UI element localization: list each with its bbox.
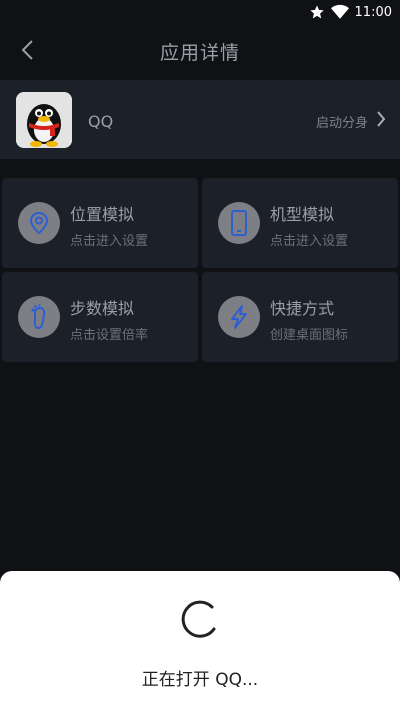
page-title: 应用详情	[159, 42, 240, 64]
launch-clone-button[interactable]: 启动分身	[316, 110, 386, 132]
wifi-icon	[330, 4, 349, 20]
feature-step-simulation[interactable]: 步数模拟 点击设置倍率	[2, 272, 198, 362]
star-icon	[309, 4, 325, 20]
feature-location-simulation[interactable]: 位置模拟 点击进入设置	[2, 178, 198, 268]
feature-title: 快捷方式	[270, 299, 335, 318]
lightning-icon	[218, 296, 260, 338]
status-bar: 11:00	[0, 0, 400, 24]
feature-title: 机型模拟	[270, 205, 335, 224]
app-header-card: QQ 启动分身	[0, 80, 400, 159]
location-pin-icon	[18, 202, 60, 244]
phone-icon	[218, 202, 260, 244]
feature-title: 步数模拟	[70, 299, 135, 318]
feature-subtitle: 点击进入设置	[270, 234, 349, 249]
feature-shortcut[interactable]: 快捷方式 创建桌面图标	[202, 272, 398, 362]
status-icons: 11:00	[309, 3, 392, 21]
spinner-icon	[180, 599, 220, 639]
loading-sheet: 正在打开 QQ...	[0, 571, 400, 711]
app-name: QQ	[88, 112, 114, 131]
feature-subtitle: 点击进入设置	[70, 234, 149, 249]
feature-subtitle: 点击设置倍率	[70, 328, 149, 343]
feature-title: 位置模拟	[70, 205, 135, 224]
feature-device-simulation[interactable]: 机型模拟 点击进入设置	[202, 178, 398, 268]
loading-text: 正在打开 QQ...	[141, 670, 259, 690]
footprint-icon	[18, 296, 60, 338]
feature-subtitle: 创建桌面图标	[270, 328, 349, 343]
chevron-right-icon	[376, 110, 386, 132]
status-time: 11:00	[354, 4, 392, 20]
top-bar: 应用详情	[0, 24, 400, 80]
qq-penguin-icon	[16, 92, 72, 148]
launch-clone-label: 启动分身	[315, 115, 368, 131]
